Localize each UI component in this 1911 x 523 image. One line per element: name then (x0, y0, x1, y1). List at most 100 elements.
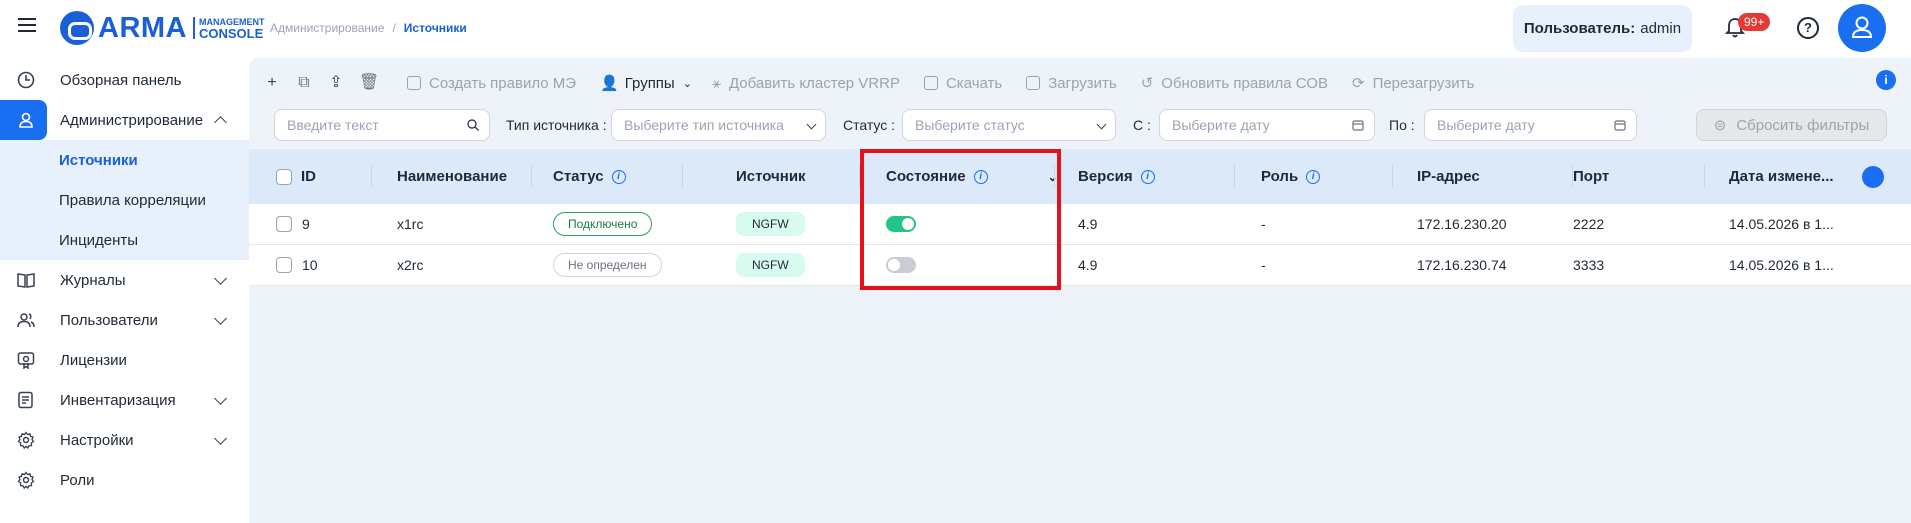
col-date[interactable]: Дата измене... (1729, 149, 1834, 204)
chevron-up-icon (214, 116, 227, 129)
trash-icon[interactable]: 🗑 (359, 74, 379, 92)
source-type-label: Тип источника : (506, 117, 607, 133)
cell-ip: 172.16.230.74 (1417, 257, 1507, 273)
notification-badge: 99+ (1738, 13, 1771, 31)
logo[interactable]: ARMA MANAGEMENT CONSOLE (60, 10, 265, 46)
main-content: + ⧉ ⇪ 🗑 Создать правило МЭ 👤 Группы ⌄ ⚹ Доб… (249, 58, 1911, 523)
chevron-down-icon (1096, 119, 1107, 130)
chevron-down-icon: ⌄ (682, 77, 692, 90)
date-to-input[interactable]: Выберите дату (1424, 109, 1637, 141)
create-rule-button[interactable]: Создать правило МЭ (407, 75, 576, 92)
roles-gear-icon (17, 471, 35, 489)
cell-ip: 172.16.230.20 (1417, 216, 1507, 232)
sidebar-subitem-sources[interactable]: Источники (0, 140, 249, 180)
groups-button[interactable]: 👤 Группы ⌄ (600, 74, 692, 93)
sources-table: ID Наименование Статус i Источник Состоян… (249, 149, 1911, 286)
source-tag: NGFW (736, 253, 805, 277)
copy-icon[interactable]: ⧉ (295, 74, 313, 92)
column-settings-icon[interactable] (1862, 166, 1884, 188)
avatar[interactable] (1838, 4, 1886, 52)
menu-icon[interactable] (18, 18, 36, 32)
sidebar-item-dashboard[interactable]: Обзорная панель (0, 60, 249, 100)
source-type-select[interactable]: Выберите тип источника (611, 109, 826, 141)
cell-name: x1rc (397, 216, 424, 232)
col-source[interactable]: Источник (736, 149, 806, 204)
logo-word: ARMA (98, 11, 187, 44)
state-toggle[interactable] (886, 216, 916, 232)
logo-subtitle: MANAGEMENT CONSOLE (193, 17, 265, 40)
sidebar-item-inventory[interactable]: Инвентаризация (0, 380, 249, 420)
document-icon (407, 76, 421, 90)
sidebar-item-administration[interactable]: Администрирование (0, 100, 249, 140)
breadcrumb-admin[interactable]: Администрирование (270, 21, 384, 35)
export-icon[interactable]: ⇪ (327, 74, 345, 92)
status-select[interactable]: Выберите статус (902, 109, 1116, 141)
info-icon[interactable]: i (1306, 169, 1321, 184)
add-vrrp-button[interactable]: ⚹ Добавить кластер VRRP (712, 75, 900, 92)
refresh-icon: ↺ (1140, 75, 1154, 92)
cell-id: 10 (302, 257, 318, 273)
chevron-down-icon (214, 312, 227, 325)
status-badge: Не определен (553, 253, 662, 277)
sidebar-item-settings[interactable]: Настройки (0, 420, 249, 460)
admin-user-icon (19, 112, 33, 128)
select-all-checkbox[interactable] (276, 149, 292, 204)
status-label: Статус : (843, 117, 896, 133)
row-checkbox[interactable] (276, 245, 292, 285)
sidebar-item-users[interactable]: Пользователи (0, 300, 249, 340)
cell-status: Подключено (553, 204, 653, 244)
search-icon (467, 119, 479, 131)
inventory-icon (18, 391, 33, 409)
update-sov-button[interactable]: ↺ Обновить правила СОВ (1140, 74, 1328, 93)
chevron-down-icon (806, 119, 817, 130)
info-icon[interactable]: i (611, 169, 626, 184)
col-port[interactable]: Порт (1573, 149, 1609, 204)
info-icon[interactable]: i (973, 169, 988, 184)
dashboard-icon (17, 71, 35, 89)
calendar-icon (1614, 120, 1626, 131)
group-icon: 👤 (600, 75, 619, 92)
col-status[interactable]: Статус i (553, 149, 626, 204)
cell-date: 14.05.2026 в 1... (1729, 257, 1834, 273)
search-input[interactable]: Введите текст (274, 109, 490, 141)
sidebar-item-journals[interactable]: Журналы (0, 260, 249, 300)
sidebar-item-roles[interactable]: Роли (0, 460, 249, 500)
info-icon[interactable]: i (1140, 169, 1155, 184)
reset-filters-button[interactable]: ⊜ Сбросить фильтры (1696, 109, 1887, 141)
state-toggle[interactable] (886, 257, 916, 273)
cluster-icon: ⚹ (711, 74, 721, 92)
user-chip[interactable]: Пользователь: admin (1513, 5, 1692, 52)
info-icon[interactable]: i (1876, 70, 1896, 90)
col-ip[interactable]: IP-адрес (1417, 149, 1480, 204)
source-tag: NGFW (736, 212, 805, 236)
sidebar: Обзорная панель Администрирование Источн… (0, 58, 249, 523)
upload-button[interactable]: Загрузить (1026, 75, 1117, 92)
col-version[interactable]: Версия i (1078, 149, 1155, 204)
add-icon[interactable]: + (263, 74, 281, 92)
download-button[interactable]: Скачать (923, 75, 1002, 92)
help-icon[interactable]: ? (1797, 17, 1819, 39)
row-checkbox[interactable] (276, 204, 292, 244)
col-state[interactable]: Состояние i ⌄ (886, 149, 1058, 204)
table-row[interactable]: 10 x2rc Не определен NGFW 4.9 - 172.16.2… (249, 245, 1911, 286)
download-icon (923, 76, 938, 90)
date-from-label: С : (1133, 117, 1151, 133)
col-id[interactable]: ID (301, 149, 316, 204)
user-name: admin (1640, 20, 1682, 37)
sidebar-item-licenses[interactable]: Лицензии (0, 340, 249, 380)
sidebar-subitem-incidents[interactable]: Инциденты (0, 220, 249, 260)
col-name[interactable]: Наименование (397, 149, 507, 204)
cell-role: - (1261, 216, 1266, 232)
date-to-label: По : (1389, 117, 1415, 133)
gear-icon (17, 431, 35, 449)
cell-port: 3333 (1573, 257, 1605, 273)
calendar-icon (1352, 120, 1364, 131)
chevron-down-icon (214, 392, 227, 405)
reset-filter-icon: ⊜ (1713, 117, 1727, 134)
sidebar-subitem-correlation[interactable]: Правила корреляции (0, 180, 249, 220)
date-from-input[interactable]: Выберите дату (1159, 109, 1375, 141)
col-role[interactable]: Роль i (1261, 149, 1321, 204)
chevron-down-icon[interactable]: ⌄ (1048, 170, 1058, 184)
reload-button[interactable]: ⟳ Перезагрузить (1352, 74, 1474, 93)
table-row[interactable]: 9 x1rc Подключено NGFW 4.9 - 172.16.230.… (249, 204, 1911, 245)
